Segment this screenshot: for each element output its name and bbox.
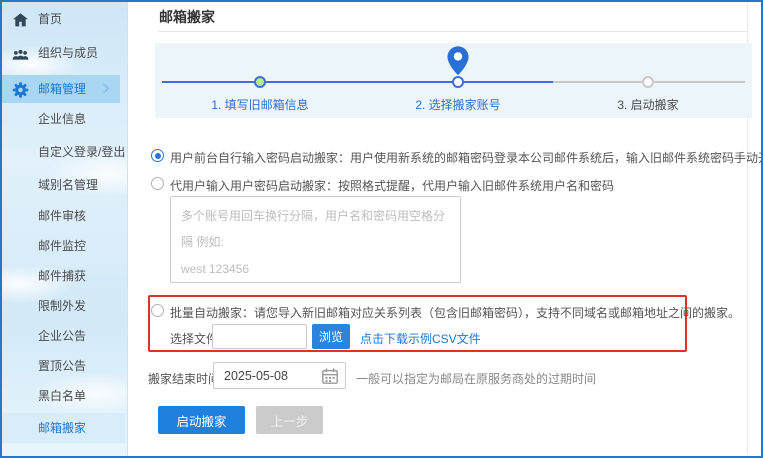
accounts-textarea[interactable]	[170, 196, 461, 283]
sidebar-item-label: 企业信息	[38, 112, 86, 126]
sidebar-item-label: 邮件捕获	[38, 269, 86, 283]
chevron-right-icon	[100, 83, 110, 93]
sidebar-item-enterprise-info[interactable]: 企业信息	[0, 105, 128, 133]
sidebar-item-label: 邮件审核	[38, 209, 86, 223]
sidebar: 首页 组织与成员	[0, 0, 128, 458]
home-icon	[12, 11, 29, 28]
calendar-icon[interactable]	[321, 367, 339, 385]
page-title: 邮箱搬家	[159, 7, 215, 27]
sidebar-item-custom-login-logout[interactable]: 自定义登录/登出	[0, 138, 128, 166]
step2-dot	[452, 76, 464, 88]
gear-icon	[12, 81, 29, 98]
sidebar-item-org-members[interactable]: 组织与成员	[0, 39, 128, 67]
radio-batch-auto-migration[interactable]	[151, 304, 164, 317]
sidebar-item-mail-capture[interactable]: 邮件捕获	[0, 262, 128, 290]
sidebar-item-blackwhite-list[interactable]: 黑白名单	[0, 382, 128, 410]
sidebar-item-label: 邮件监控	[38, 239, 86, 253]
sidebar-item-outbound-limit[interactable]: 限制外发	[0, 292, 128, 320]
sidebar-item-mailbox-migration[interactable]: 邮箱搬家	[0, 413, 125, 443]
sidebar-item-label: 首页	[38, 12, 62, 26]
sidebar-item-label: 组织与成员	[38, 46, 98, 60]
start-migration-button[interactable]: 启动搬家	[158, 406, 245, 434]
file-path-input[interactable]	[212, 324, 307, 349]
option-admin-input-password-label: 代用户输入用户密码启动搬家：按照格式提醒，代用户输入旧邮件系统用户名和密码	[170, 177, 614, 194]
browse-button[interactable]: 浏览	[312, 324, 350, 349]
people-icon	[12, 45, 29, 62]
sidebar-item-label: 域别名管理	[38, 178, 98, 192]
sidebar-item-label: 自定义登录/登出	[38, 145, 125, 159]
title-divider	[158, 31, 748, 32]
sidebar-item-label: 黑白名单	[38, 389, 86, 403]
option-user-self-start-label: 用户前台自行输入密码启动搬家：用户使用新系统的邮箱密码登录本公司邮件系统后，输入…	[170, 149, 763, 166]
step1-label: 1. 填写旧邮箱信息	[170, 96, 350, 113]
location-pin-icon	[447, 46, 469, 76]
sidebar-item-mail-monitor[interactable]: 邮件监控	[0, 232, 128, 260]
end-time-input[interactable]: 2025-05-08	[213, 362, 346, 389]
sidebar-item-domain-alias[interactable]: 域别名管理	[0, 171, 128, 199]
step3-label: 3. 启动搬家	[558, 96, 738, 113]
step1-dot	[254, 76, 266, 88]
file-select-label: 选择文件	[170, 330, 218, 347]
steps-wizard: 1. 填写旧邮箱信息 2. 选择搬家账号 3. 启动搬家	[155, 43, 752, 118]
step2-label: 2. 选择搬家账号	[368, 96, 548, 113]
download-sample-csv-link[interactable]: 点击下载示例CSV文件	[360, 330, 481, 347]
radio-user-self-start[interactable]	[151, 149, 164, 162]
sidebar-item-label: 邮箱搬家	[38, 421, 86, 435]
sidebar-item-label: 置顶公告	[38, 359, 86, 373]
sidebar-item-label: 限制外发	[38, 299, 86, 313]
sidebar-item-pinned-announcement[interactable]: 置顶公告	[0, 352, 128, 380]
previous-step-button[interactable]: 上一步	[256, 406, 323, 434]
radio-admin-input-password[interactable]	[151, 177, 164, 190]
sidebar-item-label: 企业公告	[38, 329, 86, 343]
sidebar-item-label: 邮箱管理	[38, 82, 86, 96]
step3-dot	[642, 76, 654, 88]
sidebar-item-mail-management[interactable]: 邮箱管理	[0, 75, 120, 103]
sidebar-item-enterprise-announcement[interactable]: 企业公告	[0, 322, 128, 350]
app-window: 首页 组织与成员	[0, 0, 763, 458]
option-batch-auto-migration-label: 批量自动搬家：请您导入新旧邮箱对应关系列表（包含旧邮箱密码），支持不同域名或邮箱…	[170, 304, 740, 321]
end-time-value: 2025-05-08	[224, 369, 288, 383]
sidebar-item-mail-review[interactable]: 邮件审核	[0, 202, 128, 230]
end-time-hint: 一般可以指定为邮局在原服务商处的过期时间	[356, 370, 596, 387]
sidebar-item-home[interactable]: 首页	[0, 5, 128, 33]
step-track-done	[162, 81, 553, 83]
